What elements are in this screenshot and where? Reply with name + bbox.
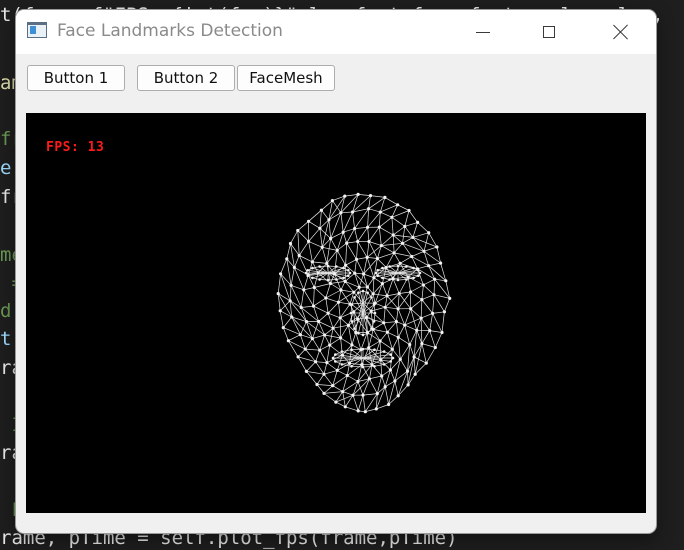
close-icon bbox=[613, 24, 629, 40]
facemesh-button[interactable]: FaceMesh bbox=[237, 65, 335, 91]
maximize-icon bbox=[543, 26, 555, 38]
app-window: Face Landmarks Detection Button 1 Button… bbox=[16, 10, 656, 533]
title-bar[interactable]: Face Landmarks Detection bbox=[16, 10, 656, 54]
minimize-button[interactable] bbox=[450, 10, 516, 54]
app-window-icon bbox=[27, 22, 47, 38]
button-2[interactable]: Button 2 bbox=[137, 65, 235, 91]
face-mesh-landmarks bbox=[276, 192, 452, 414]
close-button[interactable] bbox=[588, 10, 654, 54]
button-1[interactable]: Button 1 bbox=[27, 65, 125, 91]
code-line: d bbox=[0, 300, 12, 322]
minimize-icon bbox=[476, 31, 490, 33]
video-frame: FPS: 13 bbox=[26, 113, 646, 513]
window-title: Face Landmarks Detection bbox=[57, 21, 283, 41]
maximize-button[interactable] bbox=[516, 10, 582, 54]
